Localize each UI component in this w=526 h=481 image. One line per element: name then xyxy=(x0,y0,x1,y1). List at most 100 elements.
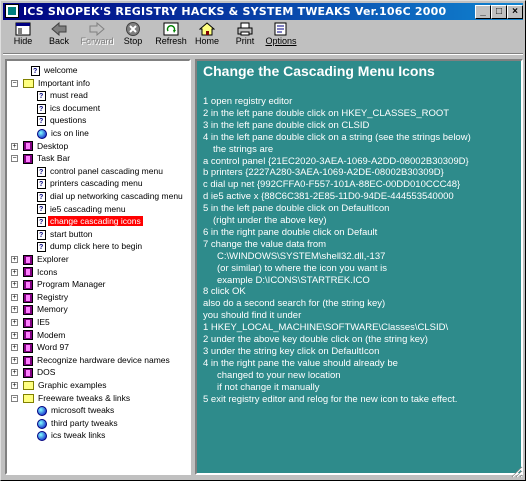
instruction-line: 3 under the string key click on DefaultI… xyxy=(203,345,380,357)
tree-expander-icon[interactable]: − xyxy=(11,394,18,402)
globe-icon xyxy=(37,405,47,416)
stop-button[interactable]: Stop xyxy=(113,21,153,51)
instruction-line: (or similar) to where the icon you want … xyxy=(217,262,388,274)
tree-expander-icon[interactable]: + xyxy=(11,142,18,150)
refresh-button[interactable]: Refresh xyxy=(151,21,191,51)
tree-item[interactable]: Icons xyxy=(23,266,59,279)
application-window: ICS SNOPEK'S REGISTRY HACKS & SYSTEM TWE… xyxy=(0,0,526,481)
tree-item[interactable]: must read xyxy=(37,89,90,103)
tree-item[interactable]: ie5 cascading menu xyxy=(37,203,128,216)
tree-item[interactable]: microsoft tweaks xyxy=(37,404,116,417)
instruction-line: c dial up net {992CFFA0-F557-101A-88EC-0… xyxy=(203,179,461,191)
tree-expander-icon[interactable]: + xyxy=(11,356,18,364)
maximize-button[interactable]: □ xyxy=(491,5,507,19)
tree-item[interactable]: third party tweaks xyxy=(37,417,120,430)
tree-expander-icon[interactable]: + xyxy=(11,256,18,263)
tree-item[interactable]: IE5 xyxy=(23,316,52,329)
back-button[interactable]: Back xyxy=(39,21,79,51)
hide-button[interactable]: Hide xyxy=(3,21,43,51)
tree-expander-icon[interactable]: + xyxy=(11,369,18,377)
stop-label: Stop xyxy=(123,36,143,46)
tree-item[interactable]: ics tweak links xyxy=(37,429,107,442)
tree-item[interactable]: control panel cascading menu xyxy=(37,165,165,179)
title-bar[interactable]: ICS SNOPEK'S REGISTRY HACKS & SYSTEM TWE… xyxy=(3,3,523,20)
globe-icon xyxy=(37,431,47,442)
tree-item[interactable]: Registry xyxy=(23,291,70,304)
forward-button[interactable]: Forward xyxy=(77,21,117,51)
home-label: Home xyxy=(194,36,219,46)
tree-expander-icon[interactable]: + xyxy=(11,382,18,389)
tree-item-label: Important info xyxy=(38,77,90,88)
print-button[interactable]: Print xyxy=(225,21,265,51)
contents-tree[interactable]: welcome − Important info must readics docum… xyxy=(5,59,191,475)
tree-item[interactable]: Program Manager xyxy=(23,278,108,291)
instruction-line: 1 HKEY_LOCAL_MACHINE\SOFTWARE\Classes\CL… xyxy=(203,322,449,334)
tree-item-label: IE5 xyxy=(37,317,50,327)
tree-expander-icon[interactable]: + xyxy=(11,331,18,339)
tree-expander-icon[interactable]: + xyxy=(11,281,18,289)
forward-label: Forward xyxy=(80,36,114,46)
options-icon xyxy=(273,22,289,36)
tree-expander-icon[interactable]: + xyxy=(11,344,18,352)
tree-item-label: microsoft tweaks xyxy=(51,405,115,416)
tree-item[interactable]: Recognize hardware device names xyxy=(23,354,172,367)
tree-expander-icon[interactable]: + xyxy=(11,293,18,301)
tree-item[interactable]: Freeware tweaks & links xyxy=(23,392,132,405)
minimize-button[interactable]: _ xyxy=(475,5,491,19)
topic-content-pane[interactable]: Change the Cascading Menu Icons 1 open r… xyxy=(195,59,523,475)
book-icon xyxy=(23,254,33,265)
tree-item[interactable]: printers cascading menu xyxy=(37,177,145,191)
refresh-icon xyxy=(163,22,179,36)
instruction-line: 5 in the left pane double click on Defau… xyxy=(203,203,390,215)
tree-item[interactable]: Task Bar xyxy=(23,152,72,165)
tree-item-label: Graphic examples xyxy=(38,380,107,390)
instruction-line: 2 in the left pane double click on HKEY_… xyxy=(203,107,450,119)
tree-item-label: ie5 cascading menu xyxy=(50,203,126,214)
tree-item[interactable]: Memory xyxy=(23,303,70,316)
tree-item-label: DOS xyxy=(37,367,56,378)
tree-item-label: Word 97 xyxy=(37,342,69,353)
tree-item[interactable]: Explorer xyxy=(23,253,71,266)
tree-item[interactable]: dump click here to begin xyxy=(37,240,144,254)
instruction-line: 6 in the right pane double click on Defa… xyxy=(203,226,378,238)
resize-grip-icon[interactable] xyxy=(511,466,523,478)
book-icon xyxy=(23,342,33,353)
tree-expander-icon[interactable]: + xyxy=(11,306,18,314)
tree-expander-icon[interactable]: + xyxy=(11,268,18,276)
tree-item[interactable]: change cascading icons xyxy=(37,215,143,229)
tree-item[interactable]: Desktop xyxy=(23,140,70,153)
stop-icon xyxy=(125,22,141,36)
doc-icon xyxy=(37,216,46,229)
tree-item-label: ics tweak links xyxy=(51,430,106,441)
tree-item[interactable]: DOS xyxy=(23,366,57,379)
tree-item[interactable]: start button xyxy=(37,228,95,242)
doc-icon xyxy=(37,103,46,116)
tree-item-label: Registry xyxy=(37,291,69,302)
options-button[interactable]: Options xyxy=(261,21,301,51)
tree-item[interactable]: ics on line xyxy=(37,127,91,140)
topic-heading: Change the Cascading Menu Icons xyxy=(203,63,435,79)
app-icon[interactable] xyxy=(5,4,19,18)
tree-expander-icon[interactable]: − xyxy=(11,155,18,163)
tree-item-label: control panel cascading menu xyxy=(50,165,163,176)
close-button[interactable]: × xyxy=(507,5,523,19)
tree-item[interactable]: Modem xyxy=(23,329,67,342)
tree-item-label: questions xyxy=(50,115,87,126)
toolbar-divider xyxy=(3,53,523,55)
tree-item[interactable]: ics document xyxy=(37,102,102,116)
tree-item-label: Recognize hardware device names xyxy=(37,354,170,365)
home-button[interactable]: Home xyxy=(187,21,227,51)
tree-expander-icon[interactable]: + xyxy=(11,319,18,326)
tree-expander-icon[interactable]: − xyxy=(11,79,18,87)
book-icon xyxy=(23,330,33,341)
tree-item[interactable]: welcome xyxy=(31,64,80,78)
tree-item-label: Memory xyxy=(37,304,68,315)
instruction-line: 5 exit registry editor and relog for the… xyxy=(203,393,458,405)
tree-item[interactable]: Graphic examples xyxy=(23,379,109,392)
tree-item[interactable]: questions xyxy=(37,114,88,128)
tree-item[interactable]: dial up networking cascading menu xyxy=(37,190,185,204)
tree-item-label: Modem xyxy=(37,329,66,340)
book-icon xyxy=(23,153,33,164)
tree-item[interactable]: Important info xyxy=(23,77,92,90)
tree-item[interactable]: Word 97 xyxy=(23,341,71,354)
